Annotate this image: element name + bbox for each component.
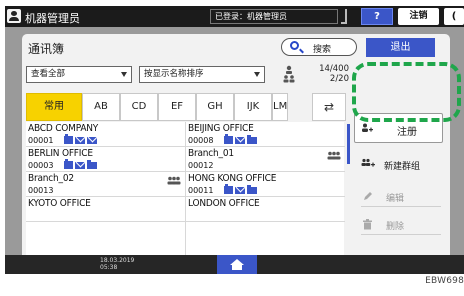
highlight-callout xyxy=(352,62,461,122)
list-item[interactable]: Branch_02 00013 xyxy=(26,172,185,197)
fax-icon xyxy=(64,134,73,144)
fax-icon xyxy=(224,134,233,144)
filter-select[interactable]: 查看全部 xyxy=(26,66,132,83)
top-bar: 机器管理员 已登录：机器管理员 ? 注销 ( xyxy=(5,6,464,27)
divider xyxy=(361,206,441,207)
entry-name: Branch_02 xyxy=(28,173,74,184)
column-divider xyxy=(185,122,186,255)
divider xyxy=(361,234,441,235)
list-item[interactable]: HONG KONG OFFICE 00011 xyxy=(186,172,345,197)
index-tabs: 常用 AB CD EF GH IJK LM xyxy=(26,93,346,121)
folder-icon xyxy=(247,185,257,194)
tab-frequent[interactable]: 常用 xyxy=(26,93,82,121)
list-scrollbar[interactable] xyxy=(347,124,350,164)
entry-number: 00001 xyxy=(28,136,54,145)
entry-number: 00012 xyxy=(188,161,214,170)
search-icon xyxy=(290,41,299,50)
app-title: 机器管理员 xyxy=(25,12,80,25)
entry-name: Branch_01 xyxy=(188,148,234,159)
entry-destination-icons xyxy=(224,134,259,145)
add-group-icon xyxy=(361,158,375,167)
entry-number: 00011 xyxy=(188,186,214,195)
mail-icon xyxy=(235,137,245,144)
entry-count-total: 14/400 xyxy=(319,64,349,74)
entry-name: HONG KONG OFFICE xyxy=(188,173,277,184)
list-item[interactable]: LONDON OFFICE xyxy=(186,197,345,222)
clock: 18.03.2019 05:38 xyxy=(100,257,134,271)
list-item[interactable]: BERLIN OFFICE 00003 xyxy=(26,147,185,172)
tab-ijk[interactable]: IJK xyxy=(234,93,272,121)
switch-arrows-icon: ⇄ xyxy=(323,100,335,114)
list-item[interactable]: KYOTO OFFICE xyxy=(26,197,185,222)
entry-number: 00008 xyxy=(188,136,214,145)
search-button[interactable]: 搜索 xyxy=(281,38,357,56)
people-icon xyxy=(283,65,295,83)
help-button[interactable]: ? xyxy=(361,8,393,25)
mail-icon xyxy=(75,137,85,144)
entry-destination-icons xyxy=(224,184,259,195)
new-group-label: 新建群组 xyxy=(384,162,421,172)
page-title: 通讯簿 xyxy=(28,42,65,56)
tab-cd[interactable]: CD xyxy=(120,93,158,121)
edit-label: 编辑 xyxy=(386,194,405,204)
folder-icon xyxy=(87,160,97,169)
more-button[interactable]: ( xyxy=(444,8,464,25)
tab-lm[interactable]: LM xyxy=(272,93,288,121)
tab-gh[interactable]: GH xyxy=(196,93,234,121)
pencil-icon xyxy=(364,192,372,200)
fax-icon xyxy=(224,184,233,194)
entry-name: KYOTO OFFICE xyxy=(28,198,91,209)
entry-count: 14/400 2/20 xyxy=(311,64,349,84)
entry-destination-icons xyxy=(64,134,99,145)
entry-destination-icons xyxy=(64,159,99,170)
bottom-bar: 18.03.2019 05:38 xyxy=(5,255,464,274)
login-status: 已登录：机器管理员 xyxy=(210,9,338,24)
exit-button[interactable]: 退出 xyxy=(366,38,435,57)
address-list: ABCD COMPANY 00001 BEIJING OFFICE 00008 … xyxy=(26,122,345,255)
entry-name: ABCD COMPANY xyxy=(28,123,99,134)
filter-select-value: 查看全部 xyxy=(31,69,66,79)
entry-number: 00003 xyxy=(28,161,54,170)
new-group-button[interactable]: 新建群组 xyxy=(354,156,442,176)
entry-name: BERLIN OFFICE xyxy=(28,148,93,159)
entry-name: LONDON OFFICE xyxy=(188,198,260,209)
folder-icon xyxy=(247,135,257,144)
page-indicator: 2/20 xyxy=(329,74,349,84)
sort-select-value: 按显示名称排序 xyxy=(144,69,204,79)
group-icon xyxy=(167,176,181,185)
tab-scroll-button[interactable]: ⇄ xyxy=(312,93,346,121)
add-user-icon xyxy=(362,123,373,132)
list-item[interactable]: Branch_01 00012 xyxy=(186,147,345,172)
logout-button[interactable]: 注销 xyxy=(398,8,439,25)
login-status-corner-icon xyxy=(341,9,347,24)
register-label: 注册 xyxy=(397,127,417,138)
chevron-down-icon xyxy=(121,72,127,77)
group-icon xyxy=(327,151,341,160)
clock-time: 05:38 xyxy=(100,264,118,271)
home-button[interactable] xyxy=(217,255,257,274)
entry-number: 00013 xyxy=(28,186,54,195)
search-button-label: 搜索 xyxy=(313,45,332,55)
delete-button[interactable]: 删除 xyxy=(354,214,442,235)
edit-button[interactable]: 编辑 xyxy=(354,186,442,207)
delete-label: 删除 xyxy=(386,222,405,232)
tab-ab[interactable]: AB xyxy=(82,93,120,121)
mail-icon xyxy=(75,162,85,169)
user-icon xyxy=(7,9,21,23)
trash-icon xyxy=(363,219,372,230)
mail-icon xyxy=(87,137,97,144)
fax-icon xyxy=(64,159,73,169)
entry-name: BEIJING OFFICE xyxy=(188,123,254,134)
chevron-down-icon xyxy=(254,72,260,77)
sort-select[interactable]: 按显示名称排序 xyxy=(139,66,265,83)
list-item[interactable]: BEIJING OFFICE 00008 xyxy=(186,122,345,147)
list-item[interactable]: ABCD COMPANY 00001 xyxy=(26,122,185,147)
clock-date: 18.03.2019 xyxy=(100,257,135,264)
tab-ef[interactable]: EF xyxy=(158,93,196,121)
mail-icon xyxy=(235,187,245,194)
figure-code: EBW698 xyxy=(425,276,464,286)
